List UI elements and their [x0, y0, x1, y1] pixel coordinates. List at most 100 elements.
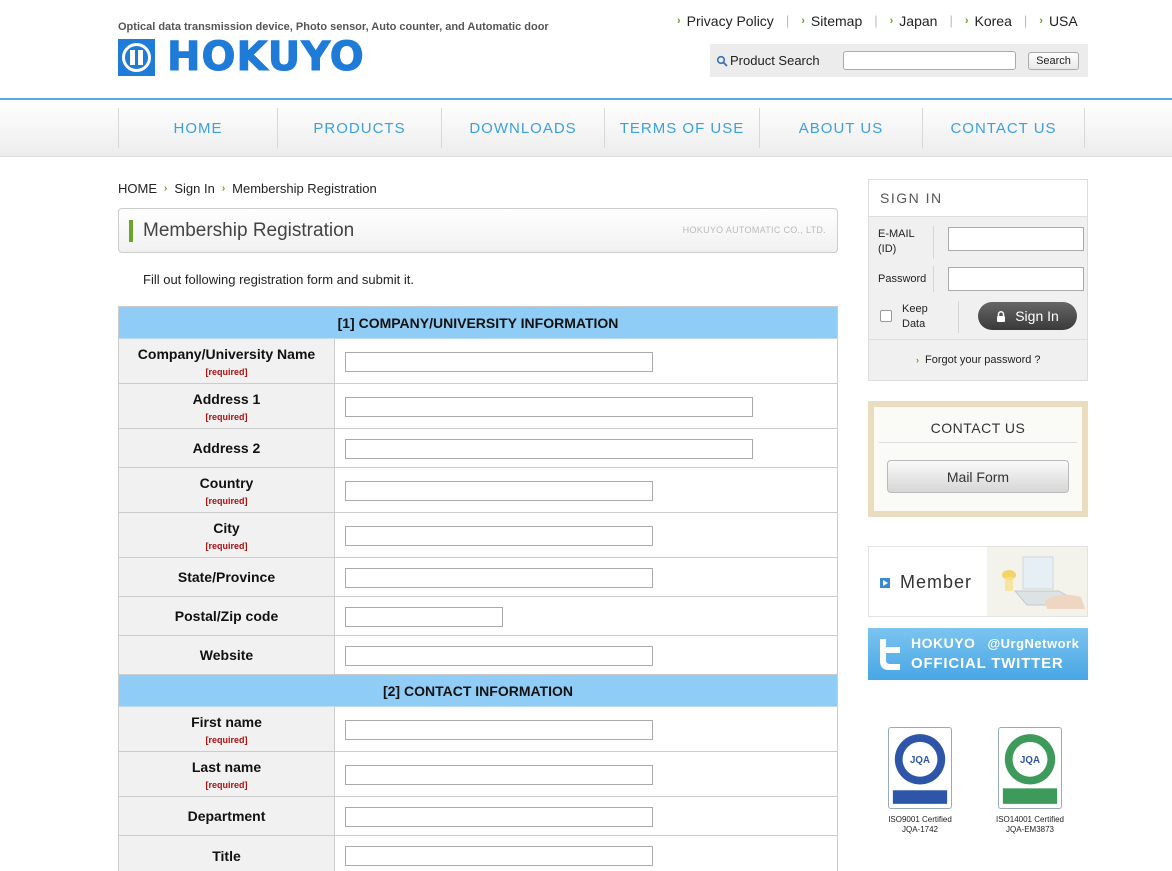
- section-heading-company: [1] COMPANY/UNIVERSITY INFORMATION: [119, 307, 837, 339]
- chevron-right-icon: ›: [164, 183, 168, 194]
- member-label: Member: [900, 572, 973, 592]
- nav-about-us[interactable]: ABOUT US: [759, 108, 922, 148]
- state-input[interactable]: [345, 568, 653, 588]
- field-label: Last name [required]: [119, 752, 335, 796]
- field-label: Department: [119, 797, 335, 835]
- jqa-environmental-badge-icon: JQA: [998, 727, 1062, 809]
- product-search-label: Product Search: [716, 53, 820, 68]
- arrow-right-icon: [880, 578, 890, 588]
- email-field[interactable]: [948, 227, 1084, 251]
- twitter-t-icon: [880, 639, 900, 670]
- divider: [958, 301, 959, 333]
- nav-products[interactable]: PRODUCTS: [277, 108, 441, 148]
- top-link-usa[interactable]: › USA: [1039, 13, 1077, 29]
- divider: [933, 266, 934, 292]
- page-title: Membership Registration: [143, 220, 355, 241]
- twitter-tagline: OFFICIAL TWITTER: [911, 655, 1064, 672]
- form-row-state: State/Province: [119, 558, 837, 597]
- nav-contact-us[interactable]: CONTACT US: [922, 108, 1085, 148]
- breadcrumb: HOME › Sign In › Membership Registration: [118, 181, 377, 196]
- top-link-privacy-policy[interactable]: › Privacy Policy: [677, 13, 774, 29]
- city-input[interactable]: [345, 526, 653, 546]
- password-label: Password: [878, 273, 927, 285]
- nav-home[interactable]: HOME: [118, 108, 277, 148]
- forgot-password-link[interactable]: › Forgot your password ?: [916, 354, 1041, 366]
- company-name-input[interactable]: [345, 352, 653, 372]
- keep-data-label: Keep Data: [902, 303, 928, 330]
- product-search-input[interactable]: [843, 51, 1016, 70]
- required-tag: [required]: [205, 495, 248, 506]
- iso14001-certificate: JQA ISO14001 Certified JQA-EM3873: [990, 727, 1070, 835]
- member-banner[interactable]: Member: [868, 546, 1088, 617]
- sign-in-panel: SIGN IN E-MAIL (ID) Password Keep Data S…: [868, 179, 1088, 381]
- form-row-first-name: First name [required]: [119, 707, 837, 752]
- divider: |: [785, 13, 790, 28]
- chevron-right-icon: ›: [221, 183, 226, 194]
- field-label: Postal/Zip code: [119, 597, 335, 635]
- country-input[interactable]: [345, 481, 653, 501]
- svg-text:JQA: JQA: [910, 755, 930, 766]
- top-link-sitemap[interactable]: › Sitemap: [801, 13, 862, 29]
- field-label: State/Province: [119, 558, 335, 596]
- main-nav: HOME PRODUCTS DOWNLOADS TERMS OF USE ABO…: [0, 98, 1172, 157]
- hokuyo-logo-mark-icon: [118, 38, 155, 76]
- field-label: Address 1 [required]: [119, 384, 335, 428]
- iso9001-certificate: JQA ISO9001 Certified JQA-1742: [880, 727, 960, 835]
- required-tag: [required]: [205, 779, 248, 790]
- chevron-right-icon: ›: [889, 15, 894, 27]
- logo-text: HOKUYO: [167, 34, 365, 80]
- registration-form: [1] COMPANY/UNIVERSITY INFORMATION Compa…: [118, 306, 838, 871]
- svg-text:JQA: JQA: [1020, 755, 1040, 766]
- nav-downloads[interactable]: DOWNLOADS: [441, 108, 604, 148]
- form-row-last-name: Last name [required]: [119, 752, 837, 797]
- chevron-right-icon: ›: [801, 15, 805, 27]
- contact-heading: CONTACT US: [930, 420, 1026, 436]
- postal-code-input[interactable]: [345, 607, 503, 627]
- form-row-address-2: Address 2: [119, 429, 837, 468]
- first-name-input[interactable]: [345, 720, 653, 740]
- website-input[interactable]: [345, 646, 653, 666]
- mail-form-button[interactable]: Mail Form: [887, 460, 1069, 493]
- password-field[interactable]: [948, 267, 1084, 291]
- required-tag: [required]: [205, 734, 248, 745]
- field-label: First name [required]: [119, 707, 335, 751]
- divider: |: [1023, 13, 1028, 28]
- top-links: › Privacy Policy | › Sitemap | › Japan | › K…: [677, 13, 1078, 29]
- form-row-title: Title: [119, 836, 837, 871]
- field-label: City [required]: [119, 513, 335, 557]
- breadcrumb-home[interactable]: HOME: [118, 181, 157, 196]
- search-button[interactable]: Search: [1028, 52, 1079, 70]
- chevron-right-icon: ›: [677, 15, 681, 27]
- product-search-bar: Product Search Search: [710, 44, 1088, 77]
- department-input[interactable]: [345, 807, 653, 827]
- section-heading-contact: [2] CONTACT INFORMATION: [119, 675, 837, 707]
- top-link-korea[interactable]: › Korea: [965, 13, 1012, 29]
- laptop-photo-image: [987, 547, 1087, 616]
- twitter-banner[interactable]: HOKUYO @UrgNetwork OFFICIAL TWITTER: [868, 628, 1088, 680]
- site-tagline: Optical data transmission device, Photo …: [118, 21, 549, 33]
- title-input[interactable]: [345, 846, 653, 866]
- breadcrumb-sign-in[interactable]: Sign In: [174, 181, 214, 196]
- address-1-input[interactable]: [345, 397, 753, 417]
- page-title-box: Membership Registration HOKUYO AUTOMATIC…: [118, 208, 838, 253]
- form-row-website: Website: [119, 636, 837, 675]
- divider: [869, 339, 1087, 340]
- divider: [933, 226, 934, 259]
- required-tag: [required]: [205, 540, 248, 551]
- field-label: Company/University Name [required]: [119, 339, 335, 383]
- field-label: Title: [119, 836, 335, 871]
- divider: [879, 442, 1077, 443]
- email-label: E-MAIL (ID): [878, 228, 915, 255]
- chevron-right-icon: ›: [916, 355, 919, 365]
- last-name-input[interactable]: [345, 765, 653, 785]
- address-2-input[interactable]: [345, 439, 753, 459]
- hokuyo-logo[interactable]: HOKUYO: [118, 34, 365, 80]
- top-link-japan[interactable]: › Japan: [890, 13, 938, 29]
- nav-terms-of-use[interactable]: TERMS OF USE: [604, 108, 759, 148]
- site-header: Optical data transmission device, Photo …: [0, 0, 1172, 100]
- keep-data-checkbox[interactable]: [880, 310, 892, 322]
- sign-in-button[interactable]: Sign In: [978, 302, 1077, 330]
- field-label: Country [required]: [119, 468, 335, 512]
- divider: |: [949, 13, 953, 28]
- jqa-quality-badge-icon: JQA: [888, 727, 952, 809]
